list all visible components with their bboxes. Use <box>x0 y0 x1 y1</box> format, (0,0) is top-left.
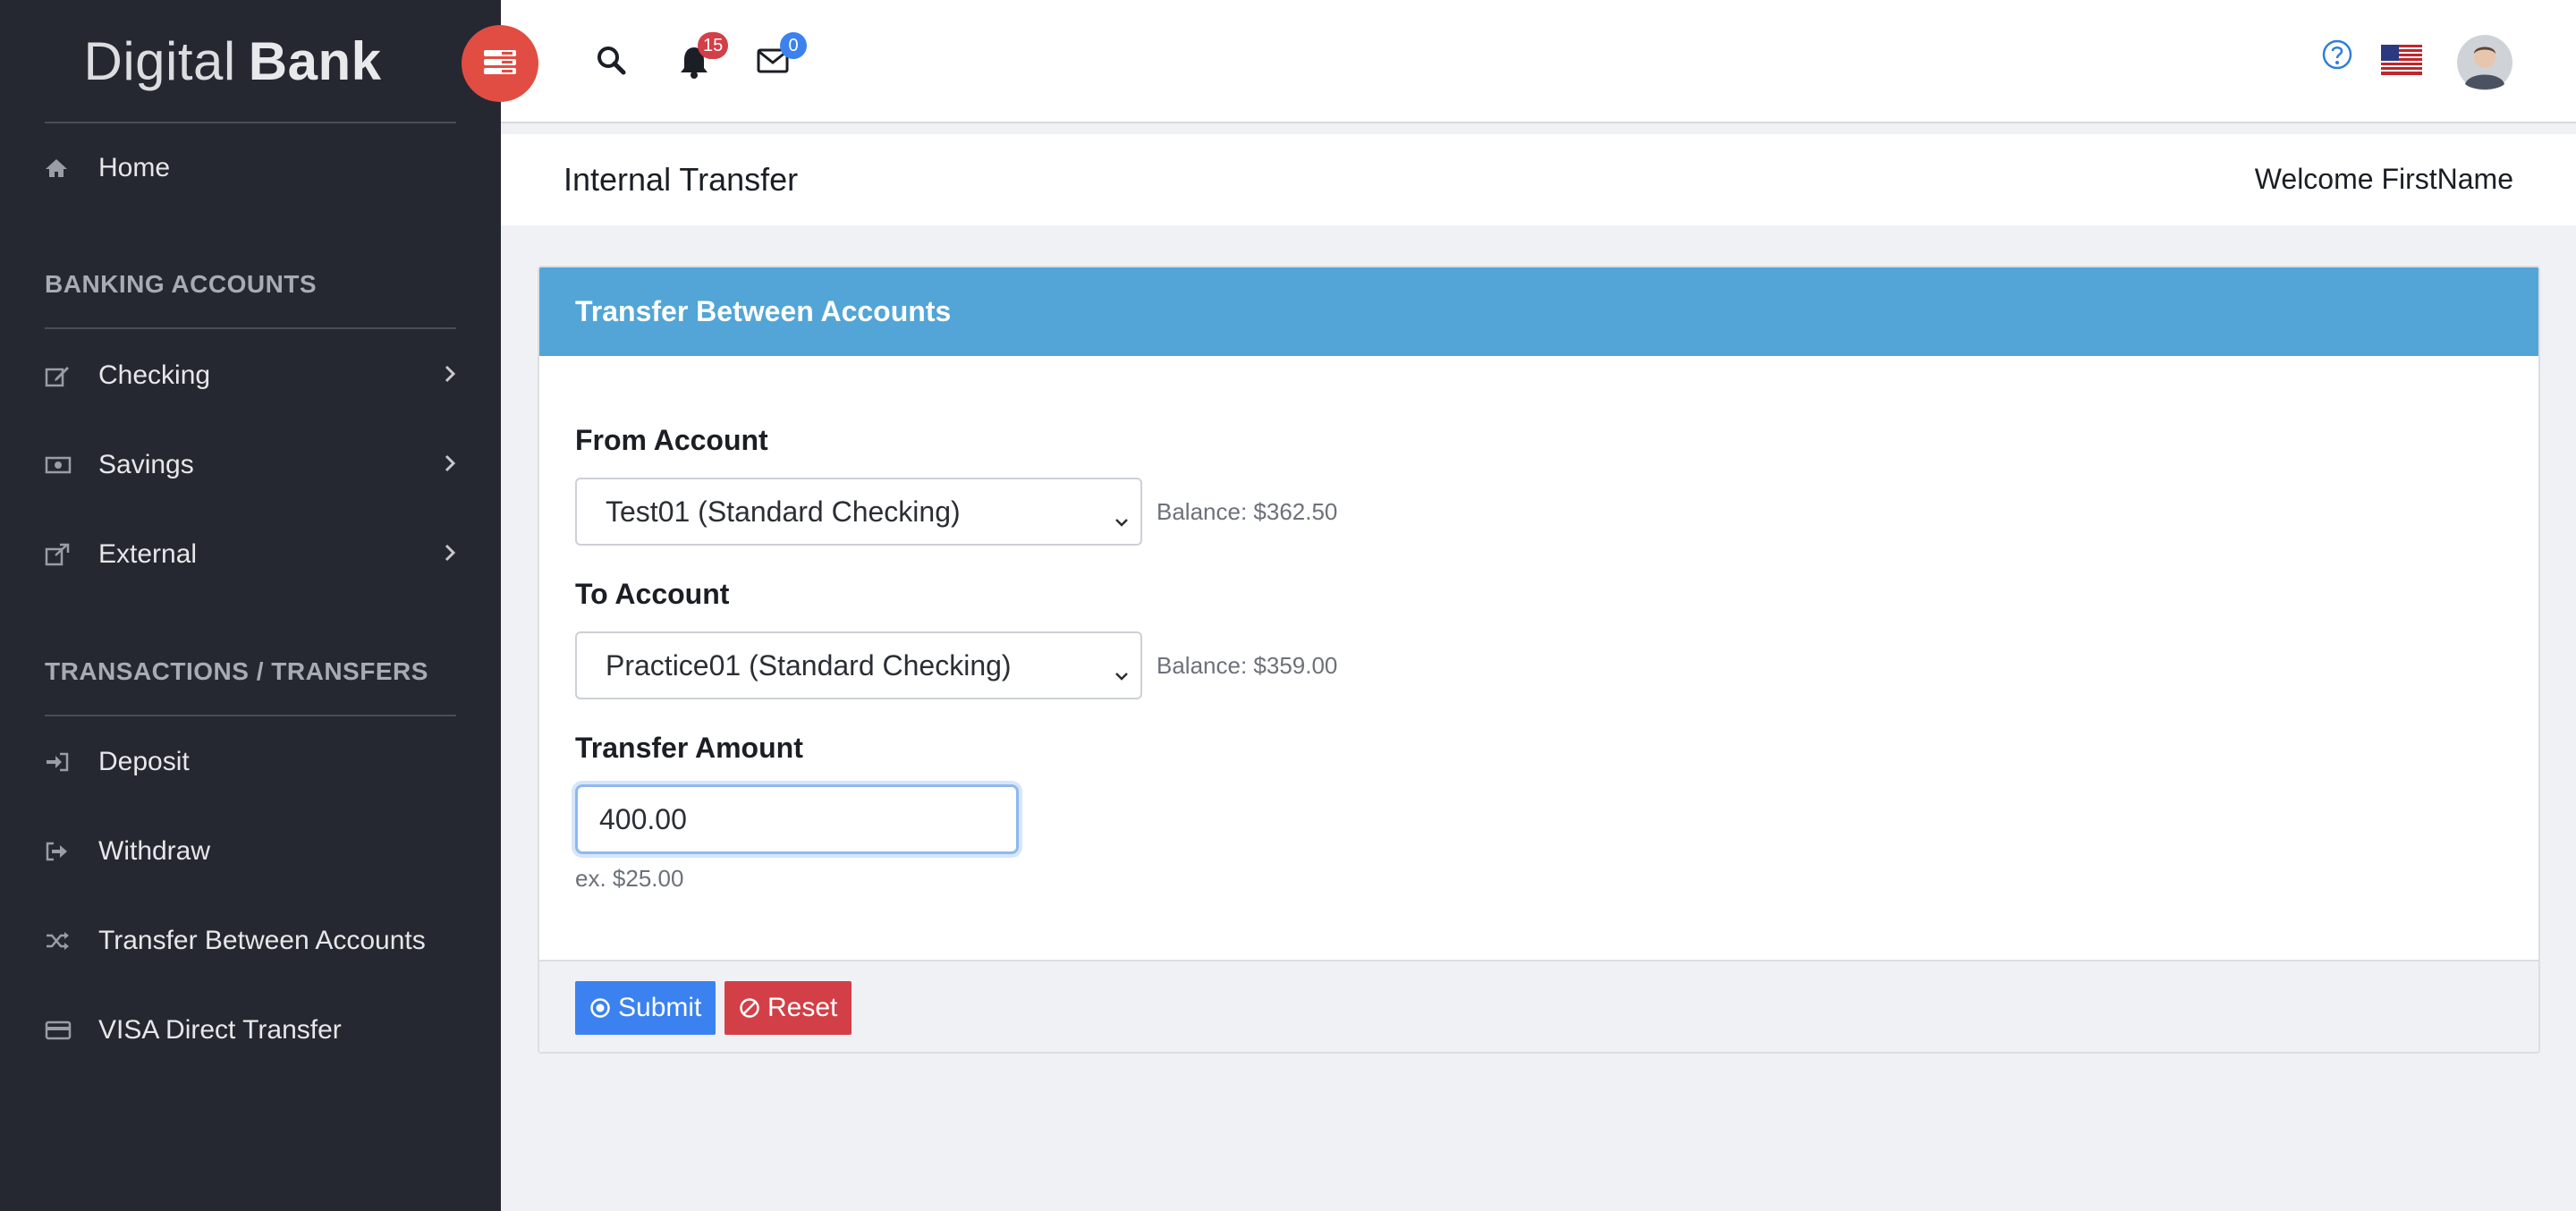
welcome-text: Welcome FirstName <box>2254 163 2513 195</box>
chevron-down-icon <box>1114 503 1130 536</box>
amount-hint: ex. $25.00 <box>575 865 684 892</box>
us-flag-icon[interactable] <box>2381 45 2422 80</box>
chevron-down-icon <box>1114 656 1130 690</box>
money-icon <box>45 455 98 475</box>
submit-button[interactable]: Submit <box>575 981 716 1035</box>
sidebar-divider <box>45 715 456 716</box>
sidebar-item-label: Transfer Between Accounts <box>98 926 426 955</box>
sidebar-item-label: Deposit <box>98 747 190 776</box>
sidebar-item-savings[interactable]: Savings <box>45 438 456 492</box>
home-icon <box>45 157 98 179</box>
chevron-right-icon <box>444 450 456 480</box>
sidebar-item-home[interactable]: Home <box>45 141 456 195</box>
from-account-select[interactable]: Test01 (Standard Checking) <box>575 478 1142 546</box>
card-footer: Submit Reset <box>539 960 2538 1052</box>
menu-toggle-button[interactable] <box>462 25 538 102</box>
sidebar-item-checking[interactable]: Checking <box>45 349 456 402</box>
credit-card-icon <box>45 1020 98 1041</box>
submit-label: Submit <box>618 993 702 1022</box>
search-icon[interactable] <box>596 45 626 80</box>
sidebar-divider <box>45 122 456 123</box>
sign-in-icon <box>45 751 98 773</box>
reset-label: Reset <box>767 993 838 1022</box>
to-account-select[interactable]: Practice01 (Standard Checking) <box>575 631 1142 699</box>
sidebar-item-withdraw[interactable]: Withdraw <box>45 825 456 878</box>
sidebar-item-label: Home <box>98 153 171 182</box>
page-title: Internal Transfer <box>564 161 799 198</box>
from-balance: Balance: $362.50 <box>1157 498 1338 525</box>
to-account-value: Practice01 (Standard Checking) <box>606 648 1012 682</box>
reset-button[interactable]: Reset <box>724 981 852 1035</box>
sidebar-item-transfer[interactable]: Transfer Between Accounts <box>45 914 456 968</box>
sidebar-item-external[interactable]: External <box>45 528 456 581</box>
menu-icon <box>482 47 518 80</box>
section-heading-transactions: TRANSACTIONS / TRANSFERS <box>45 657 428 685</box>
messages-badge: 0 <box>780 32 807 59</box>
page-header: Internal Transfer Welcome FirstName <box>501 134 2576 225</box>
sidebar-item-label: VISA Direct Transfer <box>98 1015 342 1045</box>
external-link-icon <box>45 543 98 566</box>
sidebar-item-deposit[interactable]: Deposit <box>45 735 456 789</box>
shuffle-icon <box>45 930 98 952</box>
sidebar-item-label: Withdraw <box>98 836 211 866</box>
ban-icon <box>739 997 760 1019</box>
to-account-label: To Account <box>575 578 730 610</box>
chevron-right-icon <box>444 539 456 570</box>
sidebar-item-label: Savings <box>98 450 194 479</box>
submit-circle-icon <box>589 997 611 1019</box>
sidebar-divider <box>45 327 456 329</box>
transfer-amount-input[interactable] <box>575 784 1019 854</box>
top-navbar: 15 0 <box>501 0 2576 123</box>
sidebar-item-visa[interactable]: VISA Direct Transfer <box>45 1004 456 1057</box>
from-account-label: From Account <box>575 424 768 456</box>
notifications-badge: 15 <box>698 32 729 59</box>
card-header: Transfer Between Accounts <box>539 267 2538 356</box>
from-account-value: Test01 (Standard Checking) <box>606 495 961 528</box>
edit-icon <box>45 364 98 387</box>
bell-icon[interactable]: 15 <box>678 32 729 83</box>
sign-out-icon <box>45 841 98 862</box>
brand-logo[interactable]: Digital Bank <box>0 0 501 122</box>
brand-bold: Bank <box>248 30 382 91</box>
transfer-card: Transfer Between Accounts From Account T… <box>538 266 2540 1054</box>
to-balance: Balance: $359.00 <box>1157 652 1338 679</box>
envelope-icon[interactable]: 0 <box>757 32 807 78</box>
sidebar-item-label: External <box>98 539 198 569</box>
sidebar: Digital Bank Home BANKING ACCOUNTS Check… <box>0 0 501 1211</box>
chevron-right-icon <box>444 360 456 391</box>
avatar[interactable] <box>2456 34 2513 96</box>
transfer-amount-label: Transfer Amount <box>575 732 803 764</box>
help-icon[interactable] <box>2322 39 2352 74</box>
sidebar-item-label: Checking <box>98 360 211 390</box>
brand-light: Digital <box>83 30 236 91</box>
section-heading-accounts: BANKING ACCOUNTS <box>45 270 318 298</box>
